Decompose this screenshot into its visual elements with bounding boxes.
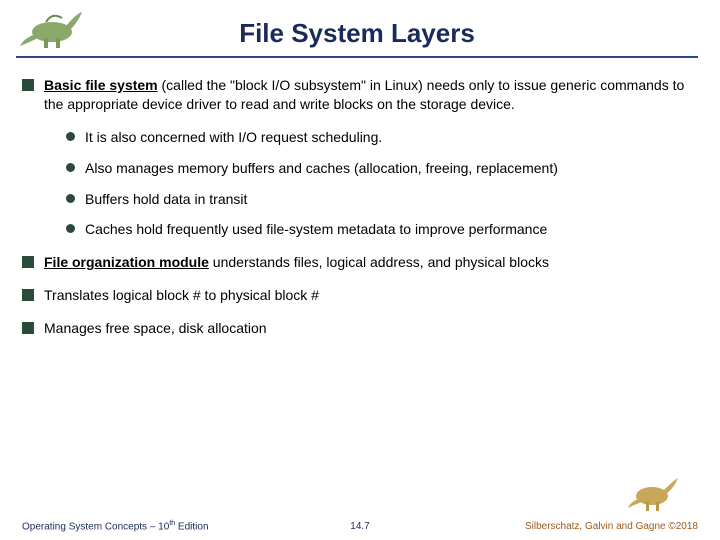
square-bullet-icon (22, 79, 34, 91)
bullet-lead: File organization module (44, 254, 209, 270)
sub-bullet-text: Caches hold frequently used file-system … (85, 220, 698, 239)
circle-bullet-icon (66, 132, 75, 141)
square-bullet-icon (22, 256, 34, 268)
bullet-text: Manages free space, disk allocation (44, 319, 698, 338)
dinosaur-bottom-icon (626, 474, 682, 514)
square-bullet-icon (22, 289, 34, 301)
circle-bullet-icon (66, 224, 75, 233)
bullet-translate: Translates logical block # to physical b… (22, 286, 698, 305)
footer-page-number: 14.7 (350, 521, 369, 532)
circle-bullet-icon (66, 194, 75, 203)
bullet-free-space: Manages free space, disk allocation (22, 319, 698, 338)
square-bullet-icon (22, 322, 34, 334)
sub-bullet-text: It is also concerned with I/O request sc… (85, 128, 698, 147)
footer-right: Silberschatz, Galvin and Gagne ©2018 (525, 521, 698, 532)
circle-bullet-icon (66, 163, 75, 172)
bullet-text: Translates logical block # to physical b… (44, 286, 698, 305)
bullet-text: understands files, logical address, and … (209, 254, 549, 270)
footer-left: Operating System Concepts – 10th Edition (22, 520, 209, 532)
slide-footer: Operating System Concepts – 10th Edition… (0, 510, 720, 540)
sub-bullet: Buffers hold data in transit (66, 190, 698, 209)
bullet-lead: Basic file system (44, 77, 158, 93)
sub-bullet: It is also concerned with I/O request sc… (66, 128, 698, 147)
sub-bullet-text: Buffers hold data in transit (85, 190, 698, 209)
bullet-basic-fs: Basic file system (called the "block I/O… (22, 76, 698, 114)
sub-bullet-text: Also manages memory buffers and caches (… (85, 159, 698, 178)
slide-title: File System Layers (16, 0, 698, 49)
sub-bullet: Caches hold frequently used file-system … (66, 220, 698, 239)
dinosaur-top-icon (16, 4, 88, 52)
sub-bullet: Also manages memory buffers and caches (… (66, 159, 698, 178)
slide-body: Basic file system (called the "block I/O… (0, 58, 720, 338)
bullet-file-org: File organization module understands fil… (22, 253, 698, 272)
